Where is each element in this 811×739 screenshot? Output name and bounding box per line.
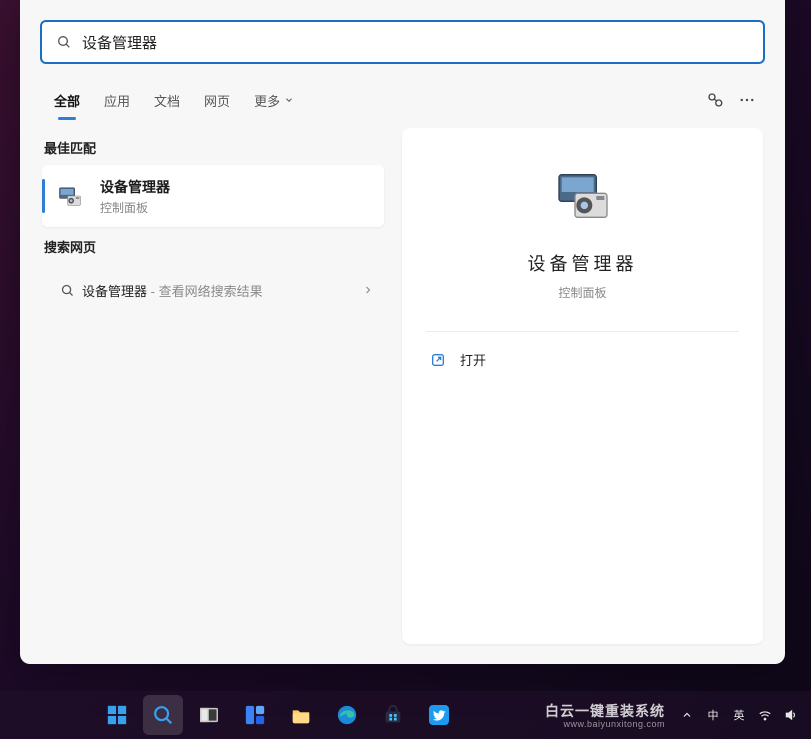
tab-apps[interactable]: 应用 xyxy=(92,78,142,122)
web-result-suffix: - 查看网络搜索结果 xyxy=(147,284,263,299)
start-button[interactable] xyxy=(97,695,137,735)
open-action[interactable]: 打开 xyxy=(426,332,739,387)
tab-web[interactable]: 网页 xyxy=(192,78,242,122)
system-tray: 白云一键重装系统 www.baiyunxitong.com 中 英 xyxy=(545,699,801,731)
network-icon[interactable] xyxy=(755,699,775,731)
tab-label: 更多 xyxy=(254,91,280,110)
edge-button[interactable] xyxy=(327,695,367,735)
open-action-label: 打开 xyxy=(460,350,486,369)
lang-indicator[interactable]: 英 xyxy=(729,699,749,731)
content-row: 最佳匹配 设备管理器 控制面板 搜索网页 xyxy=(20,122,785,664)
tab-more[interactable]: 更多 xyxy=(242,78,306,122)
preview-pane: 设备管理器 控制面板 打开 xyxy=(402,128,763,644)
tab-label: 网页 xyxy=(204,91,230,110)
quick-search-button[interactable] xyxy=(699,84,731,116)
more-options-button[interactable] xyxy=(731,84,763,116)
chevron-down-icon xyxy=(284,95,294,105)
search-input[interactable] xyxy=(82,22,763,62)
search-icon xyxy=(52,283,82,298)
tab-label: 文档 xyxy=(154,91,180,110)
taskbar: 白云一键重装系统 www.baiyunxitong.com 中 英 xyxy=(0,691,811,739)
tab-all[interactable]: 全部 xyxy=(42,78,92,122)
tabs-row: 全部 应用 文档 网页 更多 xyxy=(20,78,785,122)
search-box[interactable] xyxy=(40,20,765,64)
preview-title: 设备管理器 xyxy=(528,250,638,276)
tab-docs[interactable]: 文档 xyxy=(142,78,192,122)
pinned-app-button[interactable] xyxy=(419,695,459,735)
file-explorer-button[interactable] xyxy=(281,695,321,735)
tray-overflow-icon[interactable] xyxy=(677,699,697,731)
search-button[interactable] xyxy=(143,695,183,735)
web-result-query: 设备管理器 xyxy=(82,284,147,299)
device-manager-icon xyxy=(551,164,615,228)
section-header-best-match: 最佳匹配 xyxy=(42,128,384,165)
best-match-result[interactable]: 设备管理器 控制面板 xyxy=(42,165,384,227)
store-button[interactable] xyxy=(373,695,413,735)
watermark-en: www.baiyunxitong.com xyxy=(545,719,665,729)
open-external-icon xyxy=(430,352,446,368)
section-header-web: 搜索网页 xyxy=(42,227,384,264)
volume-icon[interactable] xyxy=(781,699,801,731)
device-manager-icon xyxy=(48,182,92,210)
search-icon xyxy=(56,34,72,50)
watermark-cn: 白云一键重装系统 xyxy=(545,701,665,721)
tab-label: 全部 xyxy=(54,91,80,110)
tab-label: 应用 xyxy=(104,91,130,110)
chevron-right-icon xyxy=(362,284,374,296)
result-title: 设备管理器 xyxy=(100,177,170,197)
watermark: 白云一键重装系统 www.baiyunxitong.com xyxy=(545,701,665,729)
search-panel: 全部 应用 文档 网页 更多 最佳匹配 xyxy=(20,0,785,664)
task-view-button[interactable] xyxy=(189,695,229,735)
ime-indicator[interactable]: 中 xyxy=(703,699,723,731)
taskbar-center xyxy=(10,695,545,735)
result-subtitle: 控制面板 xyxy=(100,199,170,216)
results-column: 最佳匹配 设备管理器 控制面板 搜索网页 xyxy=(42,128,384,644)
preview-subtitle: 控制面板 xyxy=(558,284,606,301)
result-text: 设备管理器 控制面板 xyxy=(100,177,170,216)
web-result-text: 设备管理器 - 查看网络搜索结果 xyxy=(82,281,362,300)
web-search-result[interactable]: 设备管理器 - 查看网络搜索结果 xyxy=(42,268,384,312)
widgets-button[interactable] xyxy=(235,695,275,735)
